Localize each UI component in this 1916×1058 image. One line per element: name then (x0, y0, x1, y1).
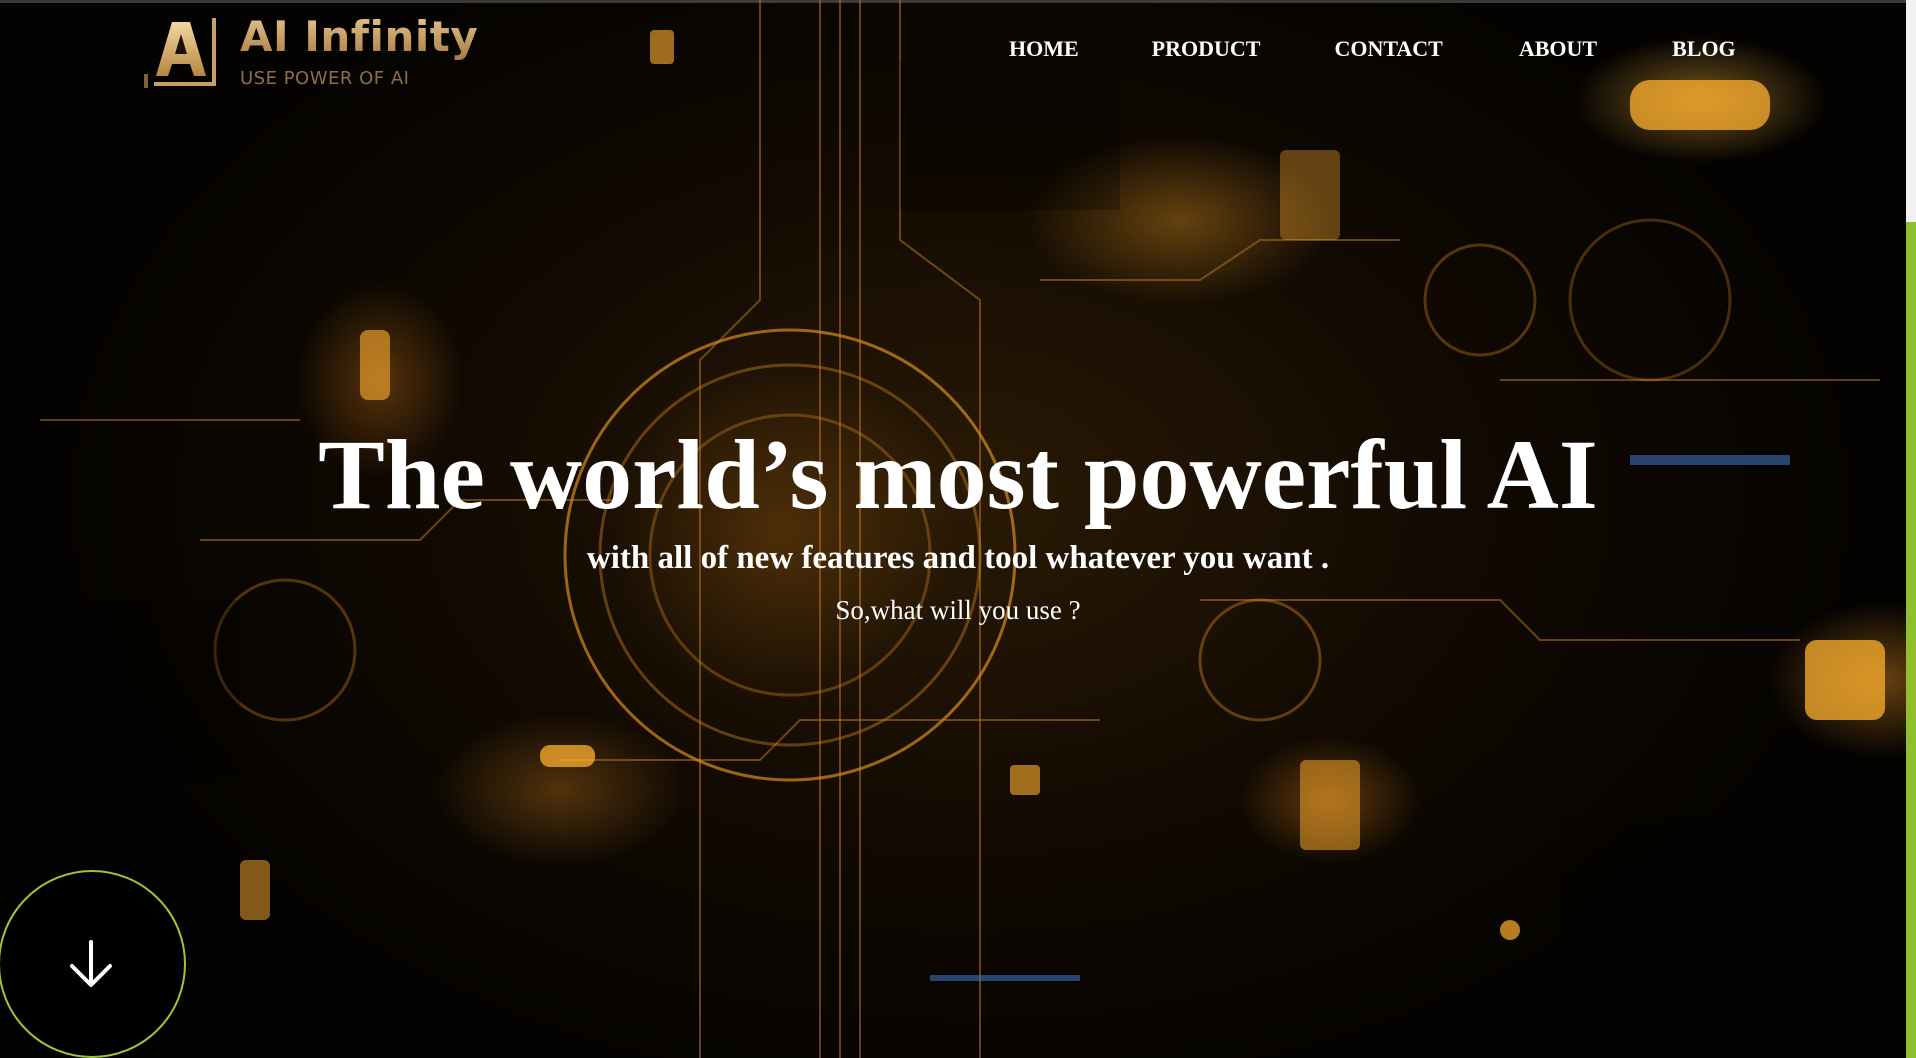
brand-logo[interactable]: AI Infinity USE POWER OF AI (142, 10, 482, 90)
hero-question: So,what will you use ? (835, 595, 1081, 625)
hero-section: The world’s most powerful AI with all of… (0, 420, 1916, 626)
main-nav: HOME PRODUCT CONTACT ABOUT BLOG (1000, 36, 1736, 62)
nav-product[interactable]: PRODUCT (1152, 36, 1261, 62)
brand-name: AI Infinity (240, 12, 479, 61)
page-scrollbar[interactable] (1906, 0, 1916, 1058)
nav-blog[interactable]: BLOG (1672, 36, 1736, 62)
arrow-down-icon (70, 940, 112, 987)
brand-tagline: USE POWER OF AI (240, 68, 410, 89)
scrollbar-thumb[interactable] (1906, 222, 1916, 1058)
nav-about[interactable]: ABOUT (1519, 36, 1597, 62)
hero-title: The world’s most powerful AI (318, 419, 1598, 530)
nav-home[interactable]: HOME (1009, 36, 1079, 62)
nav-contact[interactable]: CONTACT (1334, 36, 1442, 62)
hero-page: AI Infinity USE POWER OF AI HOME PRODUCT… (0, 0, 1916, 1058)
scrollbar-track (1906, 0, 1916, 222)
hero-subtitle: with all of new features and tool whatev… (586, 540, 1330, 576)
logo-a-icon (144, 18, 216, 88)
scroll-down-button[interactable] (0, 870, 186, 1058)
